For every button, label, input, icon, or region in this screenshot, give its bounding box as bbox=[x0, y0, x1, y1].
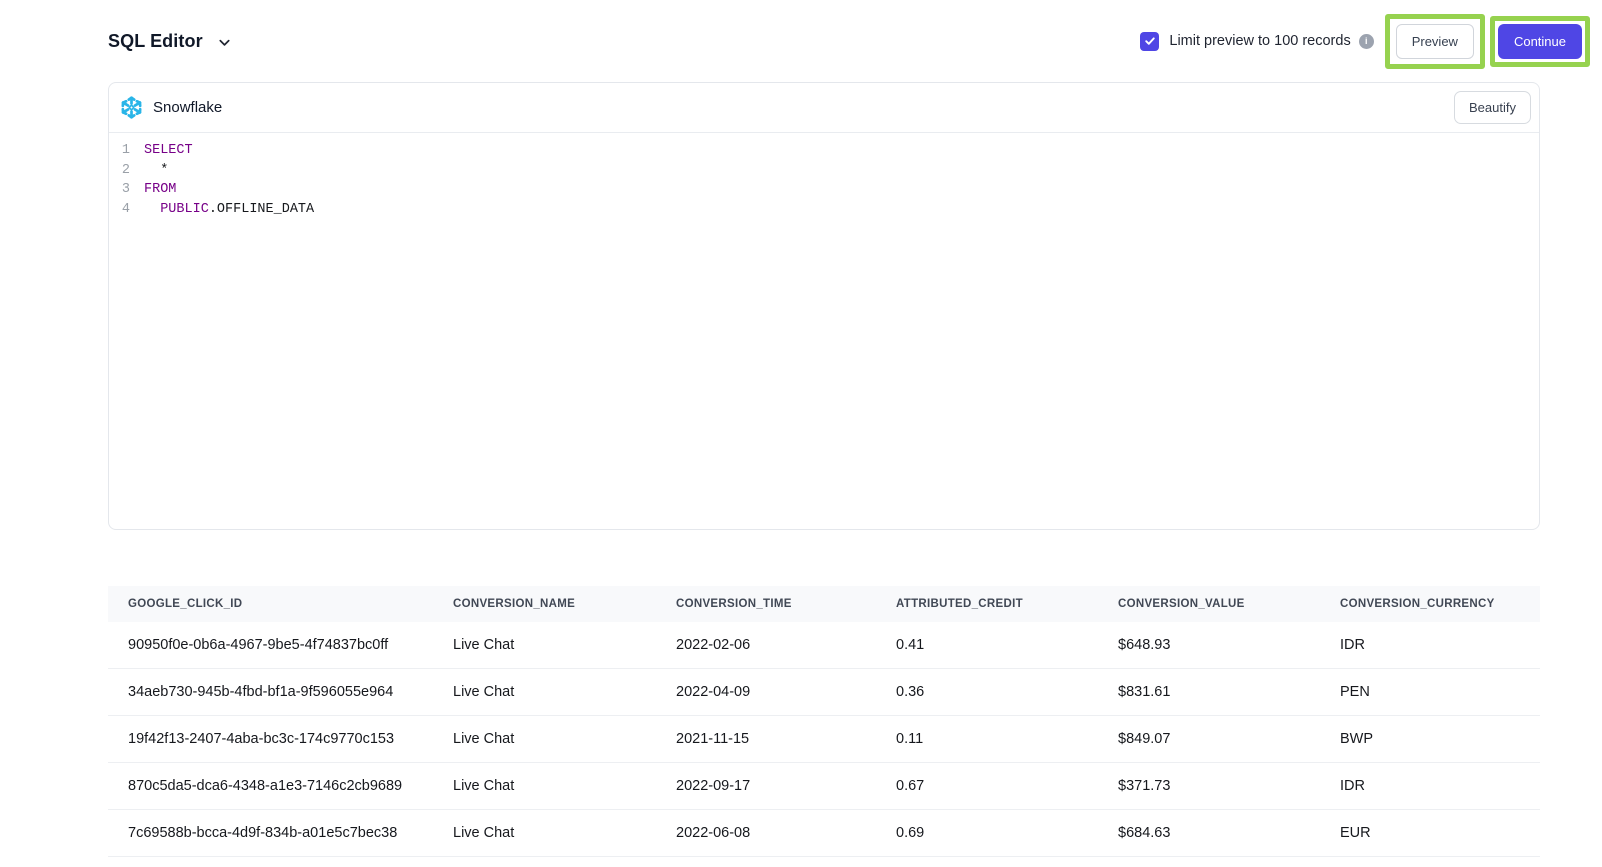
continue-highlight-box: Continue bbox=[1490, 16, 1590, 67]
sql-text bbox=[144, 202, 160, 217]
preview-highlight-box: Preview bbox=[1385, 14, 1485, 69]
code-line: 4 PUBLIC.OFFLINE_DATA bbox=[109, 200, 1539, 220]
sql-text: * bbox=[144, 163, 168, 178]
cell-attributed-credit: 0.69 bbox=[876, 825, 1098, 841]
sql-code-editor[interactable]: 1 SELECT 2 * 3 FROM 4 PUBLIC.OFFLINE_DAT… bbox=[109, 133, 1539, 530]
cell-attributed-credit: 0.11 bbox=[876, 731, 1098, 747]
cell-conversion-time: 2022-09-17 bbox=[656, 778, 876, 794]
table-row: 90950f0e-0b6a-4967-9be5-4f74837bc0ff Liv… bbox=[108, 622, 1540, 669]
sql-editor-card: Snowflake Beautify 1 SELECT 2 * 3 FROM 4… bbox=[108, 82, 1540, 530]
line-number: 3 bbox=[109, 180, 130, 200]
cell-conversion-value: $371.73 bbox=[1098, 778, 1320, 794]
cell-google-click-id: 870c5da5-dca6-4348-a1e3-7146c2cb9689 bbox=[108, 778, 433, 794]
beautify-button[interactable]: Beautify bbox=[1454, 91, 1531, 124]
cell-conversion-name: Live Chat bbox=[433, 778, 656, 794]
cell-conversion-time: 2021-11-15 bbox=[656, 731, 876, 747]
table-row: 7c69588b-bcca-4d9f-834b-a01e5c7bec38 Liv… bbox=[108, 810, 1540, 857]
cell-conversion-currency: PEN bbox=[1320, 684, 1540, 700]
cell-google-click-id: 19f42f13-2407-4aba-bc3c-174c9770c153 bbox=[108, 731, 433, 747]
column-header: CONVERSION_NAME bbox=[433, 598, 656, 610]
cell-conversion-value: $648.93 bbox=[1098, 637, 1320, 653]
cell-conversion-value: $849.07 bbox=[1098, 731, 1320, 747]
table-row: 34aeb730-945b-4fbd-bf1a-9f596055e964 Liv… bbox=[108, 669, 1540, 716]
toolbar-right-group: Limit preview to 100 records i Preview C… bbox=[1140, 14, 1590, 69]
cell-attributed-credit: 0.67 bbox=[876, 778, 1098, 794]
page-title: SQL Editor bbox=[108, 31, 203, 52]
cell-conversion-value: $684.63 bbox=[1098, 825, 1320, 841]
cell-conversion-currency: IDR bbox=[1320, 778, 1540, 794]
cell-conversion-time: 2022-02-06 bbox=[656, 637, 876, 653]
cell-google-click-id: 90950f0e-0b6a-4967-9be5-4f74837bc0ff bbox=[108, 637, 433, 653]
cell-conversion-time: 2022-04-09 bbox=[656, 684, 876, 700]
snowflake-icon bbox=[119, 95, 144, 120]
sql-keyword: FROM bbox=[144, 182, 176, 197]
cell-conversion-name: Live Chat bbox=[433, 637, 656, 653]
cell-google-click-id: 7c69588b-bcca-4d9f-834b-a01e5c7bec38 bbox=[108, 825, 433, 841]
table-row: 19f42f13-2407-4aba-bc3c-174c9770c153 Liv… bbox=[108, 716, 1540, 763]
results-preview-table: GOOGLE_CLICK_ID CONVERSION_NAME CONVERSI… bbox=[108, 586, 1540, 857]
connector-name: Snowflake bbox=[153, 99, 222, 116]
column-header: CONVERSION_CURRENCY bbox=[1320, 598, 1540, 610]
cell-conversion-value: $831.61 bbox=[1098, 684, 1320, 700]
sql-editor-title-dropdown[interactable]: SQL Editor bbox=[108, 31, 232, 52]
info-icon[interactable]: i bbox=[1359, 34, 1374, 49]
cell-google-click-id: 34aeb730-945b-4fbd-bf1a-9f596055e964 bbox=[108, 684, 433, 700]
code-line: 3 FROM bbox=[109, 180, 1539, 200]
checkmark-icon bbox=[1144, 35, 1156, 47]
cell-conversion-time: 2022-06-08 bbox=[656, 825, 876, 841]
column-header: ATTRIBUTED_CREDIT bbox=[876, 598, 1098, 610]
chevron-down-icon[interactable] bbox=[217, 35, 232, 50]
limit-preview-checkbox[interactable] bbox=[1140, 32, 1159, 51]
column-header: CONVERSION_VALUE bbox=[1098, 598, 1320, 610]
cell-conversion-currency: BWP bbox=[1320, 731, 1540, 747]
cell-conversion-currency: IDR bbox=[1320, 637, 1540, 653]
code-line: 2 * bbox=[109, 161, 1539, 181]
line-number: 1 bbox=[109, 141, 130, 161]
line-number: 4 bbox=[109, 200, 130, 220]
table-row: 870c5da5-dca6-4348-a1e3-7146c2cb9689 Liv… bbox=[108, 763, 1540, 810]
top-bar: SQL Editor Limit preview to 100 records … bbox=[0, 0, 1602, 82]
line-number: 2 bbox=[109, 161, 130, 181]
cell-conversion-name: Live Chat bbox=[433, 684, 656, 700]
cell-conversion-name: Live Chat bbox=[433, 731, 656, 747]
cell-attributed-credit: 0.41 bbox=[876, 637, 1098, 653]
cell-conversion-currency: EUR bbox=[1320, 825, 1540, 841]
column-header: CONVERSION_TIME bbox=[656, 598, 876, 610]
column-header: GOOGLE_CLICK_ID bbox=[108, 598, 433, 610]
continue-button[interactable]: Continue bbox=[1498, 24, 1582, 59]
limit-preview-label: Limit preview to 100 records bbox=[1169, 33, 1350, 49]
connector-info: Snowflake bbox=[119, 95, 222, 120]
editor-header: Snowflake Beautify bbox=[109, 83, 1539, 133]
table-header-row: GOOGLE_CLICK_ID CONVERSION_NAME CONVERSI… bbox=[108, 586, 1540, 622]
cell-conversion-name: Live Chat bbox=[433, 825, 656, 841]
main-content: Snowflake Beautify 1 SELECT 2 * 3 FROM 4… bbox=[0, 82, 1602, 857]
sql-keyword: SELECT bbox=[144, 143, 193, 158]
sql-text: .OFFLINE_DATA bbox=[209, 202, 314, 217]
preview-button[interactable]: Preview bbox=[1396, 24, 1474, 59]
cell-attributed-credit: 0.36 bbox=[876, 684, 1098, 700]
sql-keyword: PUBLIC bbox=[160, 202, 209, 217]
code-line: 1 SELECT bbox=[109, 141, 1539, 161]
